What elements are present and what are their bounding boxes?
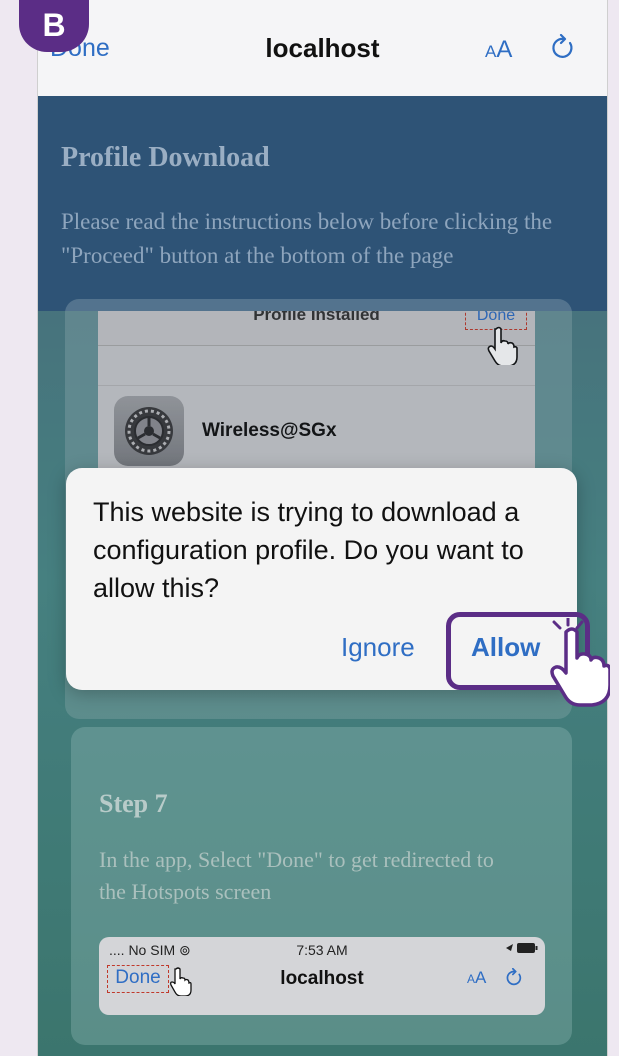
dialog-message: This website is trying to download a con… xyxy=(93,497,524,603)
aa-big: A xyxy=(496,36,513,63)
location-arrow-icon xyxy=(506,944,513,951)
step7-title: Step 7 xyxy=(99,789,168,818)
step7-screenshot: .... No SIM ⊚ 7:53 AM Done localhost AA xyxy=(99,937,545,1015)
step-badge: B xyxy=(19,0,89,52)
phone-screen: Done localhost AA Profile Download Pleas… xyxy=(37,0,608,1056)
aa-small: A xyxy=(485,42,497,61)
text-size-button[interactable]: AA xyxy=(485,36,512,64)
aa-big: A xyxy=(475,968,487,987)
reload-icon[interactable] xyxy=(550,34,578,62)
page-header: Profile Download Please read the instruc… xyxy=(38,96,607,311)
step7-card: Step 7 In the app, Select "Done" to get … xyxy=(71,727,572,1045)
ignore-button[interactable]: Ignore xyxy=(341,632,415,663)
reload-icon xyxy=(506,968,522,986)
status-time: 7:53 AM xyxy=(296,942,348,958)
browser-navbar: Done localhost AA xyxy=(38,0,607,97)
nav-title: localhost xyxy=(265,33,380,63)
page-title: Profile Download xyxy=(61,142,270,173)
screenshot-aa: AA xyxy=(467,968,486,988)
step7-text: In the app, Select "Done" to get redirec… xyxy=(99,847,494,904)
pointer-hand-icon xyxy=(550,618,610,707)
battery-icon xyxy=(506,943,538,953)
page-instructions: Please read the instructions below befor… xyxy=(61,209,553,268)
aa-small: A xyxy=(467,972,476,986)
